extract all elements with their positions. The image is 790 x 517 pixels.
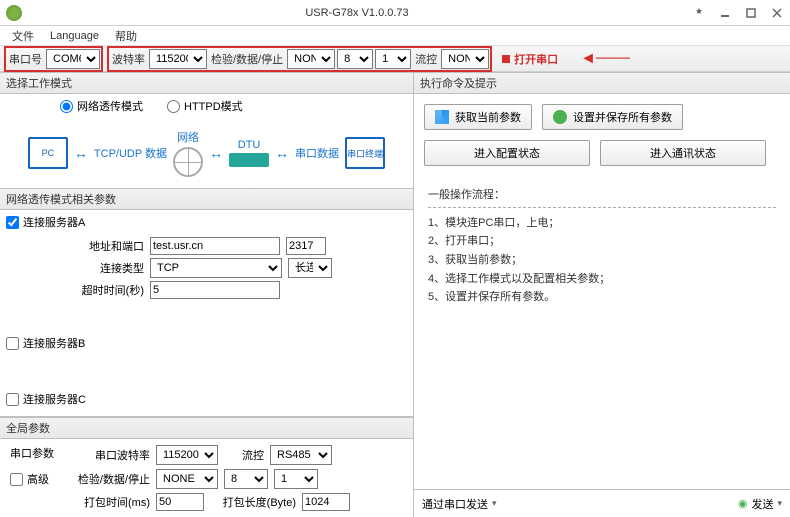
server-c-checkbox[interactable]: 连接服务器C — [6, 391, 86, 407]
action-buttons-row2: 进入配置状态 进入通讯状态 — [414, 140, 790, 176]
save-icon — [553, 110, 567, 124]
minimize-button[interactable] — [712, 0, 738, 26]
baud-select[interactable]: 115200 — [149, 49, 207, 69]
databits-select[interactable]: 8 — [337, 49, 373, 69]
radio-httpd-mode[interactable]: HTTPD模式 — [167, 98, 243, 114]
server-a-port-input[interactable] — [286, 237, 326, 255]
port-highlight: 串口号 COM6 — [4, 46, 103, 72]
global-params: 全局参数 串口参数 高级 串口波特率 115200 流控 RS485 检验/数据… — [0, 416, 413, 517]
maximize-button[interactable] — [738, 0, 764, 26]
check-label: 检验/数据/停止 — [209, 51, 285, 67]
pkg-time-input[interactable] — [156, 493, 204, 511]
port-status-icon — [502, 55, 510, 63]
window-title: USR-G78x V1.0.0.73 — [28, 7, 686, 19]
open-port-button[interactable]: 打开串口 — [502, 51, 558, 67]
net-params-area: 连接服务器A 地址和端口 连接类型 TCP 长连接 超时时间(秒) 连接服务器B — [0, 210, 413, 416]
config-mode-button[interactable]: 进入配置状态 — [424, 140, 590, 166]
exec-title: 执行命令及提示 — [414, 72, 790, 94]
settings-button[interactable] — [686, 0, 712, 26]
close-button[interactable] — [764, 0, 790, 26]
pkg-time-label: 打包时间(ms) — [74, 494, 150, 510]
g-stop-select[interactable]: 1 — [274, 469, 318, 489]
pkg-len-label: 打包长度(Byte) — [210, 494, 296, 510]
g-check-label: 检验/数据/停止 — [74, 471, 150, 487]
server-a-type-select[interactable]: TCP — [150, 258, 282, 278]
pkg-len-input[interactable] — [302, 493, 350, 511]
server-b-block: 连接服务器B — [6, 335, 407, 355]
save-params-button[interactable]: 设置并保存所有参数 — [542, 104, 683, 130]
menu-file[interactable]: 文件 — [6, 26, 40, 46]
left-panel: 选择工作模式 网络透传模式 HTTPD模式 PC ↔ TCP/UDP 数据 网络… — [0, 72, 414, 517]
step-2: 2、打开串口； — [428, 232, 776, 251]
step-1: 1、模块连PC串口，上电； — [428, 214, 776, 233]
conn-type-label: 连接类型 — [76, 260, 144, 276]
server-a-addr-input[interactable] — [150, 237, 280, 255]
timeout-label: 超时时间(秒) — [76, 282, 144, 298]
send-button[interactable]: ◉ 发送 ▾ — [738, 496, 782, 512]
magnifier-icon — [435, 110, 449, 124]
radio-net-mode[interactable]: 网络透传模式 — [60, 98, 143, 114]
step-4: 4、选择工作模式以及配置相关参数； — [428, 270, 776, 289]
flow-label: 流控 — [413, 51, 439, 67]
chevron-down-icon: ▾ — [492, 498, 497, 509]
baud-label: 波特率 — [110, 51, 147, 67]
net-params-title: 网络透传模式相关参数 — [0, 188, 413, 210]
action-buttons-row: 获取当前参数 设置并保存所有参数 — [414, 94, 790, 140]
instructions-area: 一般操作流程： 1、模块连PC串口，上电； 2、打开串口； 3、获取当前参数； … — [414, 176, 790, 317]
diagram-terminal-icon: 串口终端 — [345, 137, 385, 169]
load-params-button[interactable]: 获取当前参数 — [424, 104, 532, 130]
server-a-checkbox[interactable]: 连接服务器A — [6, 214, 85, 230]
server-a-timeout-input[interactable] — [150, 281, 280, 299]
server-b-checkbox[interactable]: 连接服务器B — [6, 335, 85, 351]
diagram-pc-icon: PC — [28, 137, 68, 169]
send-bar: 通过串口发送 ▾ ◉ 发送 ▾ — [414, 489, 790, 517]
flow-select[interactable]: NONE — [441, 49, 489, 69]
step-3: 3、获取当前参数； — [428, 251, 776, 270]
topology-diagram: PC ↔ TCP/UDP 数据 网络 ↔ DTU ↔ 串口数据 串口终端 — [0, 118, 413, 188]
serial-params-highlight: 波特率 115200 检验/数据/停止 NONE 8 1 流控 NONE — [107, 46, 492, 72]
g-flow-label: 流控 — [224, 447, 264, 463]
step-5: 5、设置并保存所有参数。 — [428, 288, 776, 307]
instructions-title: 一般操作流程： — [428, 186, 776, 208]
server-a-long-select[interactable]: 长连接 — [288, 258, 332, 278]
mode-row: 网络透传模式 HTTPD模式 — [0, 94, 413, 118]
select-mode-title: 选择工作模式 — [0, 72, 413, 94]
menu-help[interactable]: 帮助 — [109, 26, 143, 46]
g-check-select[interactable]: NONE — [156, 469, 218, 489]
serial-params-label: 串口参数 — [10, 445, 54, 461]
global-title: 全局参数 — [0, 417, 413, 439]
advanced-checkbox[interactable]: 高级 — [10, 471, 54, 487]
right-panel: 执行命令及提示 获取当前参数 设置并保存所有参数 进入配置状态 进入通讯状态 一… — [414, 72, 790, 517]
g-baud-select[interactable]: 115200 — [156, 445, 218, 465]
stopbits-select[interactable]: 1 — [375, 49, 411, 69]
server-c-block: 连接服务器C — [6, 391, 407, 411]
port-select[interactable]: COM6 — [46, 49, 100, 69]
window-titlebar: USR-G78x V1.0.0.73 — [0, 0, 790, 26]
menu-language[interactable]: Language — [44, 28, 105, 44]
server-a-block: 连接服务器A 地址和端口 连接类型 TCP 长连接 超时时间(秒) — [6, 214, 407, 299]
g-flow-select[interactable]: RS485 — [270, 445, 332, 465]
diagram-dtu-icon — [229, 153, 269, 167]
send-icon: ◉ — [738, 497, 748, 510]
check-select[interactable]: NONE — [287, 49, 335, 69]
g-data-select[interactable]: 8 — [224, 469, 268, 489]
port-label: 串口号 — [7, 51, 44, 67]
serial-toolbar: 串口号 COM6 波特率 115200 检验/数据/停止 NONE 8 1 流控… — [0, 46, 790, 72]
comm-mode-button[interactable]: 进入通讯状态 — [600, 140, 766, 166]
addr-port-label: 地址和端口 — [76, 238, 144, 254]
diagram-globe-icon — [173, 147, 203, 177]
menubar: 文件 Language 帮助 — [0, 26, 790, 46]
annotation-arrow: ◄─── — [580, 50, 630, 68]
chevron-down-icon: ▾ — [777, 498, 782, 509]
g-baud-label: 串口波特率 — [74, 447, 150, 463]
send-via-select[interactable]: 通过串口发送 ▾ — [422, 496, 497, 512]
app-icon — [6, 5, 22, 21]
